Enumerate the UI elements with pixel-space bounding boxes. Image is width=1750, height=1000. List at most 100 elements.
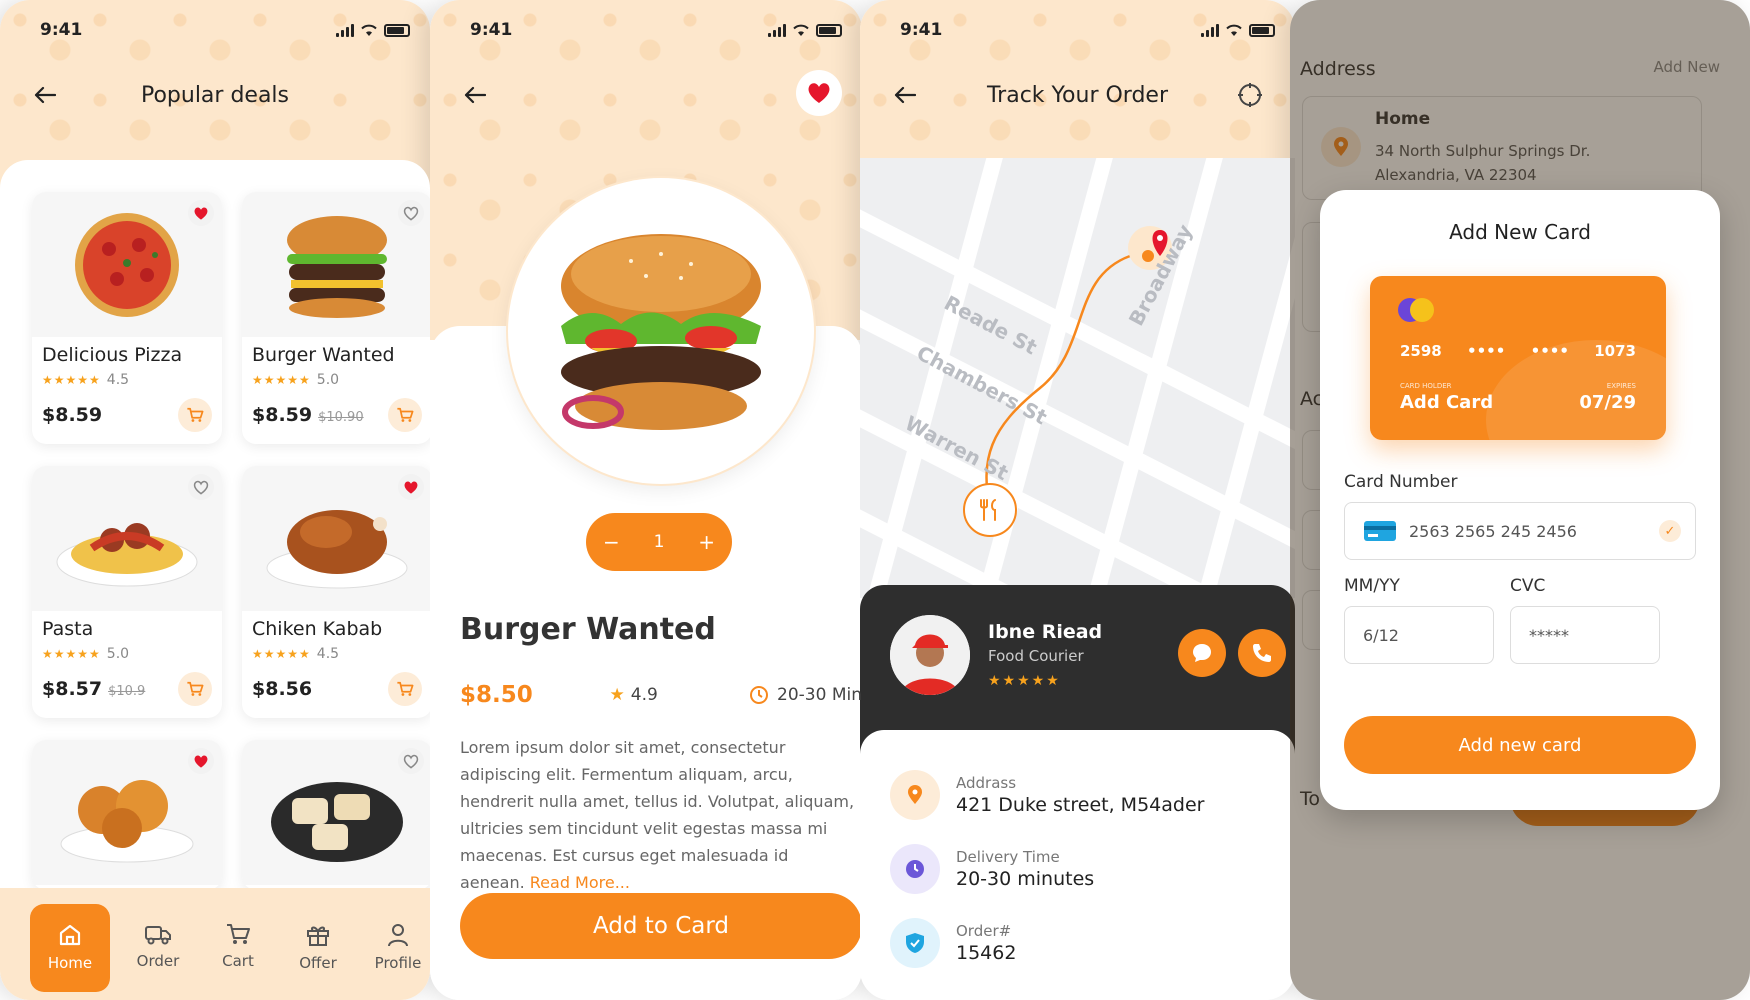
rating-value: 4.5: [106, 372, 130, 388]
deal-card[interactable]: Delicious Pizza ★★★★★ 4.5 $8.59: [32, 192, 222, 444]
nav-profile[interactable]: Profile: [372, 904, 424, 972]
add-to-card-button[interactable]: Add to Card: [460, 893, 862, 959]
heart-icon[interactable]: [398, 748, 424, 774]
card-expiry-label: EXPIRES: [1606, 382, 1636, 390]
heart-icon[interactable]: [188, 474, 214, 500]
heart-icon: [808, 83, 830, 103]
signal-icon: [336, 23, 354, 37]
info-label: Delivery Time: [956, 848, 1060, 866]
battery-icon: [384, 23, 410, 37]
add-to-cart-button[interactable]: [178, 398, 212, 432]
location-pin-icon: [890, 770, 940, 820]
message-button[interactable]: [1178, 629, 1226, 677]
deal-price: $8.57 $10.9: [42, 678, 145, 700]
heart-icon[interactable]: [398, 474, 424, 500]
nav-home[interactable]: Home: [30, 904, 110, 992]
mmyy-field[interactable]: 6/12: [1344, 606, 1494, 664]
card-expiry-value: 07/29: [1579, 392, 1636, 413]
nav-order[interactable]: Order: [132, 904, 184, 970]
credit-card-icon: [1364, 521, 1396, 541]
map-streets: [860, 158, 1295, 598]
deals-grid: Delicious Pizza ★★★★★ 4.5 $8.59 Burger Wante…: [32, 192, 430, 890]
add-to-cart-button[interactable]: [388, 672, 422, 706]
deal-name: Delicious Pizza: [42, 344, 183, 366]
deal-card[interactable]: Pasta ★★★★★ 5.0 $8.57 $10.9: [32, 466, 222, 718]
read-more-link[interactable]: Read More...: [530, 873, 630, 892]
product-rating: ★ 4.9: [610, 685, 750, 705]
deal-card[interactable]: [32, 740, 222, 890]
increase-button[interactable]: +: [698, 530, 715, 554]
back-arrow-icon[interactable]: [30, 80, 60, 110]
deal-name: Chiken Kabab: [252, 618, 383, 640]
battery-icon: [1249, 23, 1275, 37]
add-card-screen: Address Add New Home 34 North Sulphur Sp…: [1290, 0, 1750, 1000]
deal-name: Burger Wanted: [252, 344, 395, 366]
card-holder-label: CARD HOLDER: [1400, 382, 1452, 390]
call-button[interactable]: [1238, 629, 1286, 677]
header: [460, 70, 832, 120]
info-row: Delivery Time 20-30 minutes: [890, 832, 1295, 906]
shield-check-icon: [890, 918, 940, 968]
card-number-field[interactable]: 2563 2565 245 2456 ✓: [1344, 502, 1696, 560]
decrease-button[interactable]: −: [603, 530, 620, 554]
product-meta: $8.50 ★ 4.9 20-30 Min: [460, 682, 862, 708]
deal-card[interactable]: Chiken Kabab ★★★★★ 4.5 $8.56: [242, 466, 430, 718]
deal-rating: ★★★★★ 5.0: [42, 646, 129, 662]
card-number-label: Card Number: [1344, 472, 1458, 492]
courier-rating-stars: ★★★★★: [988, 673, 1061, 689]
courier-role: Food Courier: [988, 647, 1084, 665]
rating-value: 4.9: [630, 685, 658, 705]
deal-card[interactable]: Burger Wanted ★★★★★ 5.0 $8.59 $10.90: [242, 192, 430, 444]
modal-title: Add New Card: [1449, 220, 1591, 244]
phone-icon: [1253, 644, 1271, 662]
mmyy-value: 6/12: [1363, 625, 1399, 645]
favorite-button[interactable]: [796, 70, 842, 116]
wifi-icon: [1226, 24, 1242, 36]
info-row: Addrass 421 Duke street, M54ader: [890, 758, 1295, 832]
rating-stars: ★★★★★: [42, 373, 101, 387]
restaurant-marker[interactable]: [963, 483, 1017, 537]
heart-icon[interactable]: [398, 200, 424, 226]
back-arrow-icon[interactable]: [460, 80, 490, 110]
gift-icon: [307, 926, 329, 946]
product-title: Burger Wanted: [460, 612, 716, 647]
time-value: 20-30 Min: [777, 685, 862, 705]
deal-rating: ★★★★★ 4.5: [42, 372, 129, 388]
add-to-cart-button[interactable]: [178, 672, 212, 706]
rating-value: 4.5: [316, 646, 340, 662]
signal-icon: [768, 23, 786, 37]
info-value: 15462: [956, 942, 1017, 964]
card-number-value: 2563 2565 245 2456: [1409, 521, 1577, 541]
heart-icon[interactable]: [188, 200, 214, 226]
rating-stars: ★★★★★: [252, 373, 311, 387]
deal-name: Pasta: [42, 618, 94, 640]
battery-icon: [816, 23, 842, 37]
nav-offer[interactable]: Offer: [292, 904, 344, 972]
delivery-map[interactable]: Reade St Chambers St Warren St Broadway: [860, 158, 1295, 598]
status-bar: 9:41: [900, 18, 1275, 42]
user-icon: [388, 924, 408, 947]
info-value: 421 Duke street, M54ader: [956, 794, 1205, 816]
add-new-card-button[interactable]: Add new card: [1344, 716, 1696, 774]
cvc-value: *****: [1529, 625, 1569, 645]
cvc-field[interactable]: *****: [1510, 606, 1660, 664]
deal-card[interactable]: [242, 740, 430, 890]
cart-icon: [187, 681, 204, 696]
add-to-cart-button[interactable]: [388, 398, 422, 432]
header: Popular deals: [30, 70, 400, 120]
rating-stars: ★★★★★: [252, 647, 311, 661]
nav-cart[interactable]: Cart: [212, 904, 264, 970]
deal-price: $8.59: [42, 404, 102, 426]
heart-icon[interactable]: [188, 748, 214, 774]
nav-cart-label: Cart: [222, 952, 254, 970]
locate-target-icon[interactable]: [1235, 80, 1265, 110]
popular-deals-screen: 9:41 Popular deals Delicious Pizza ★★★★★ 4…: [0, 0, 430, 1000]
status-time: 9:41: [470, 20, 513, 40]
order-info: Addrass 421 Duke street, M54ader Delivery …: [860, 730, 1295, 1000]
page-title: Track Your Order: [986, 82, 1169, 108]
cart-icon: [397, 681, 414, 696]
clock-icon: [750, 686, 769, 704]
credit-card-preview: 2598 •••• •••• 1073 CARD HOLDER Add Card…: [1370, 276, 1666, 440]
product-description: Lorem ipsum dolor sit amet, consectetur …: [460, 734, 858, 896]
back-arrow-icon[interactable]: [890, 80, 920, 110]
